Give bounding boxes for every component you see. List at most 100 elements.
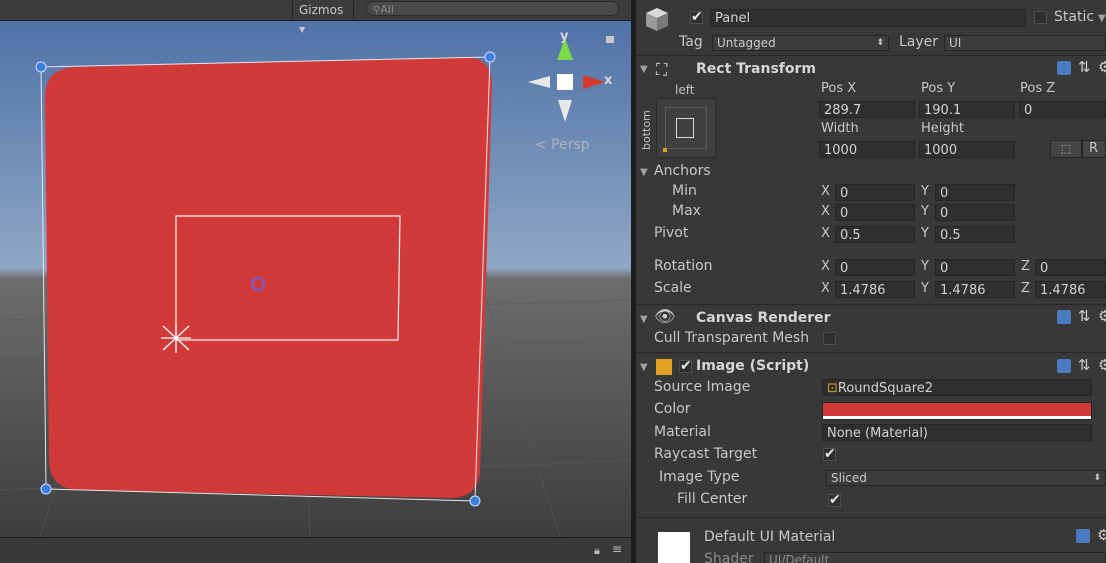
anchor-preset-rect <box>676 118 694 138</box>
tag-value: Untagged <box>717 36 776 50</box>
scene-view[interactable]: y x < Persp Gizmos ▼ ⚲All 🔒︎ ≡ <box>0 0 631 563</box>
scale-z-label: Z <box>1021 281 1030 296</box>
scene-canvas[interactable] <box>0 20 631 537</box>
source-image-value: RoundSquare2 <box>837 381 934 396</box>
color-label: Color <box>654 401 691 417</box>
color-swatch[interactable] <box>822 402 1092 420</box>
corner-handle[interactable] <box>40 483 52 495</box>
tag-dropdown[interactable]: Untagged ⬍ <box>712 35 889 51</box>
help-icon[interactable] <box>1057 310 1071 324</box>
help-icon[interactable] <box>1057 359 1071 373</box>
chevron-down-icon[interactable]: ▼ <box>1098 13 1106 24</box>
image-component-icon <box>656 359 672 375</box>
gear-icon[interactable]: ⚙ <box>1097 526 1106 544</box>
canvas-renderer-title: Canvas Renderer <box>696 310 831 326</box>
image-type-dropdown[interactable]: Sliced ⬍ <box>826 470 1106 486</box>
preset-icon[interactable]: ⇅ <box>1078 356 1091 374</box>
source-image-field[interactable]: ⊡RoundSquare2 <box>822 379 1092 396</box>
anchor-preset-dot <box>663 148 667 152</box>
anchor-handle[interactable] <box>161 323 191 353</box>
width-field[interactable]: 1000 <box>819 141 915 158</box>
shader-dropdown[interactable]: UI/Default <box>764 552 1106 563</box>
divider <box>636 55 1106 56</box>
help-icon[interactable] <box>1057 61 1071 75</box>
anchor-presets-button[interactable] <box>656 98 716 158</box>
pos-y-label: Pos Y <box>921 81 956 96</box>
height-field[interactable]: 1000 <box>919 141 1015 158</box>
pivot-x-field[interactable]: 0.5 <box>835 226 915 243</box>
pivot-y-label: Y <box>921 226 929 241</box>
source-image-label: Source Image <box>654 379 751 395</box>
rotation-label: Rotation <box>654 258 713 274</box>
pos-z-field[interactable]: 0 <box>1019 101 1106 118</box>
gameobject-cube-icon <box>646 8 668 31</box>
min-y-label: Y <box>921 184 929 199</box>
rotation-z-label: Z <box>1021 259 1030 274</box>
anchor-max-y-field[interactable]: 0 <box>935 204 1015 221</box>
gear-icon[interactable]: ⚙ <box>1098 307 1106 325</box>
image-script-title: Image (Script) <box>696 358 810 374</box>
divider <box>636 304 1106 305</box>
raycast-target-label: Raycast Target <box>654 446 758 462</box>
material-field[interactable]: None (Material) <box>822 424 1092 441</box>
pivot-y-field[interactable]: 0.5 <box>935 226 1015 243</box>
preset-icon[interactable]: ⇅ <box>1078 307 1091 325</box>
color-swatch-fill <box>823 403 1091 416</box>
persp-label[interactable]: < Persp <box>535 137 590 153</box>
menu-icon[interactable]: ≡ <box>612 542 622 556</box>
fill-center-label: Fill Center <box>677 491 748 507</box>
shader-value: UI/Default <box>769 553 830 563</box>
cull-transparent-mesh-checkbox[interactable] <box>823 332 836 345</box>
help-icon[interactable] <box>1076 529 1090 543</box>
foldout-arrow-icon[interactable]: ▼ <box>640 362 648 373</box>
divider <box>636 352 1106 353</box>
anchor-max-x-field[interactable]: 0 <box>835 204 915 221</box>
tag-label: Tag <box>679 34 703 50</box>
shader-label: Shader <box>704 551 754 563</box>
pos-y-field[interactable]: 190.1 <box>919 101 1015 118</box>
anchor-min-y-field[interactable]: 0 <box>935 184 1015 201</box>
scale-y-field[interactable]: 1.4786 <box>935 281 1015 298</box>
pos-z-label: Pos Z <box>1020 81 1056 96</box>
rotation-y-label: Y <box>921 259 929 274</box>
lock-icon[interactable] <box>606 36 614 43</box>
preset-icon[interactable]: ⇅ <box>1078 58 1091 76</box>
corner-handle[interactable] <box>484 51 496 63</box>
image-type-value: Sliced <box>831 471 867 485</box>
anchor-left-label: left <box>675 83 695 97</box>
scene-search-input[interactable]: ⚲All <box>366 1 619 16</box>
raw-edit-button[interactable]: R <box>1082 140 1106 158</box>
rotation-z-field[interactable]: 0 <box>1035 259 1106 276</box>
gear-icon[interactable]: ⚙ <box>1098 58 1106 76</box>
updown-icon: ⬍ <box>1093 473 1101 483</box>
width-label: Width <box>821 121 859 136</box>
rotation-x-field[interactable]: 0 <box>835 259 915 276</box>
corner-handle[interactable] <box>469 495 481 507</box>
foldout-arrow-icon[interactable]: ▼ <box>640 167 648 178</box>
corner-handle[interactable] <box>35 61 47 73</box>
axis-x-label: x <box>604 73 613 88</box>
foldout-arrow-icon[interactable]: ▼ <box>640 314 648 325</box>
blueprint-mode-button[interactable]: ⬚ <box>1050 140 1082 158</box>
gear-icon[interactable]: ⚙ <box>1098 356 1106 374</box>
gizmos-dropdown[interactable]: Gizmos ▼ <box>292 1 354 34</box>
object-name-field[interactable]: Panel <box>710 9 1026 27</box>
scale-x-label: X <box>821 281 830 296</box>
rotation-x-label: X <box>821 259 830 274</box>
layer-dropdown[interactable]: UI <box>944 35 1106 51</box>
checkmark-icon: ✔ <box>691 9 703 25</box>
red-panel[interactable] <box>45 57 493 498</box>
foldout-arrow-icon[interactable]: ▼ <box>640 64 648 75</box>
updown-icon: ⬍ <box>876 38 884 48</box>
anchor-min-x-field[interactable]: 0 <box>835 184 915 201</box>
pos-x-field[interactable]: 289.7 <box>819 101 915 118</box>
static-checkbox[interactable] <box>1034 11 1047 24</box>
scale-z-field[interactable]: 1.4786 <box>1035 281 1106 298</box>
scale-x-field[interactable]: 1.4786 <box>835 281 915 298</box>
rotation-y-field[interactable]: 0 <box>935 259 1015 276</box>
anchor-min-label: Min <box>672 183 697 199</box>
checkmark-icon: ✔ <box>824 446 836 462</box>
rect-transform-title: Rect Transform <box>696 61 817 77</box>
scale-label: Scale <box>654 280 692 296</box>
lock-icon[interactable]: 🔒︎ <box>594 544 600 558</box>
